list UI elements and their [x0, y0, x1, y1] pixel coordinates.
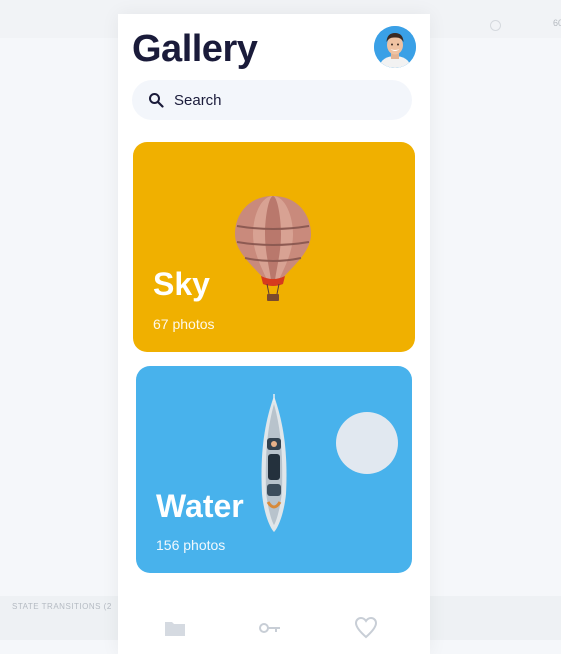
- hot-air-balloon-icon: [235, 196, 311, 301]
- album-title: Sky: [153, 266, 210, 302]
- user-avatar-icon: [374, 26, 416, 68]
- background-number: 60: [553, 18, 561, 28]
- radio-circle-icon: [490, 20, 501, 31]
- page-title: Gallery: [132, 28, 258, 70]
- canoe-icon: [261, 394, 287, 532]
- phone-screen: Gallery Search Sky 67 photos Water 156 p…: [118, 14, 430, 654]
- decorative-circle: [336, 412, 398, 474]
- avatar[interactable]: [374, 26, 416, 68]
- folder-icon[interactable]: [163, 616, 187, 640]
- album-photo-count: 156 photos: [156, 537, 226, 553]
- search-icon: [149, 93, 164, 108]
- album-card-sky[interactable]: Sky 67 photos: [133, 142, 415, 352]
- album-card-water[interactable]: Water 156 photos: [136, 366, 412, 573]
- heart-icon[interactable]: [354, 616, 378, 640]
- album-title: Water: [156, 488, 244, 524]
- album-photo-count: 67 photos: [153, 316, 215, 332]
- search-input[interactable]: [172, 90, 406, 110]
- bottom-tab-bar: [118, 606, 430, 654]
- background-section-label: STATE TRANSITIONS (2: [12, 602, 112, 611]
- key-icon[interactable]: [258, 616, 282, 640]
- search-bar[interactable]: [132, 80, 412, 120]
